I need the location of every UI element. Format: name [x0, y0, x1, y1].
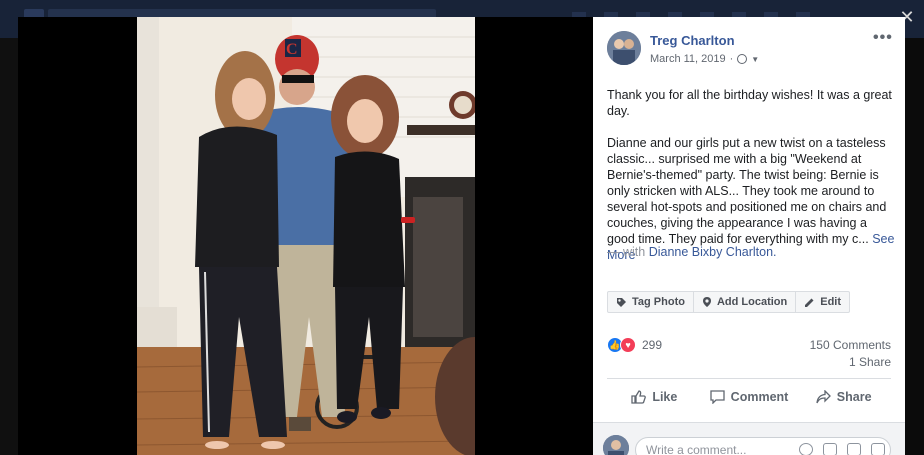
post-photo[interactable]: C	[137, 17, 475, 455]
more-options-icon[interactable]: •••	[873, 29, 893, 47]
commenter-avatar-image	[603, 435, 629, 455]
tagged-line: — with Dianne Bixby Charlton.	[607, 245, 777, 259]
comments-count[interactable]: 150 Comments	[810, 338, 891, 352]
comment-button[interactable]: Comment	[702, 382, 797, 412]
comment-label: Comment	[730, 390, 789, 404]
add-location-label: Add Location	[716, 296, 788, 308]
post-date[interactable]: March 11, 2019	[650, 53, 726, 65]
gif-icon[interactable]	[847, 443, 861, 455]
reaction-count: 299	[642, 338, 663, 352]
share-label: Share	[836, 390, 872, 404]
divider-top	[607, 378, 891, 379]
post-paragraph-2: Dianne and our girls put a new twist on …	[607, 135, 895, 263]
sticker-icon[interactable]	[871, 443, 885, 455]
like-button[interactable]: Like	[607, 382, 702, 412]
comment-tools	[799, 443, 885, 455]
thumbs-up-icon	[631, 390, 647, 404]
author-name[interactable]: Treg Charlton	[650, 33, 735, 48]
edit-button[interactable]: Edit	[796, 292, 849, 312]
globe-icon[interactable]	[737, 54, 748, 64]
love-reaction-icon: ♥	[620, 337, 636, 353]
edit-label: Edit	[820, 296, 842, 308]
comment-icon	[710, 390, 725, 404]
add-location-button[interactable]: Add Location	[694, 292, 797, 312]
post-paragraph-2-text: Dianne and our girls put a new twist on …	[607, 136, 887, 246]
pencil-icon	[805, 298, 814, 307]
photo-actions: Tag Photo Add Location Edit	[607, 291, 851, 313]
emoji-icon[interactable]	[799, 443, 813, 455]
share-button[interactable]: Share	[796, 382, 891, 412]
commenter-avatar	[603, 435, 629, 455]
tag-icon	[617, 297, 626, 307]
share-icon	[816, 390, 831, 404]
shares-count[interactable]: 1 Share	[849, 355, 891, 369]
camera-icon[interactable]	[823, 443, 837, 455]
location-pin-icon	[702, 297, 711, 307]
like-label: Like	[652, 390, 678, 404]
photo-illustration: C	[137, 17, 475, 455]
tag-photo-button[interactable]: Tag Photo	[608, 292, 694, 312]
tag-photo-label: Tag Photo	[632, 296, 685, 308]
with-prefix: — with	[607, 245, 646, 259]
reactions-summary[interactable]: 👍 ♥ 299	[607, 337, 662, 353]
tagged-person-link[interactable]: Dianne Bixby Charlton.	[649, 245, 777, 259]
post-panel: Treg Charlton March 11, 2019 · ▼ ••• Tha…	[593, 17, 905, 455]
post-paragraph-1: Thank you for all the birthday wishes! I…	[607, 88, 892, 118]
chevron-down-icon[interactable]: ▼	[751, 55, 759, 64]
author-avatar[interactable]	[607, 31, 641, 65]
post-meta: March 11, 2019 · ▼	[650, 53, 760, 65]
post-action-bar: Like Comment Share	[607, 382, 891, 412]
cap-logo: C	[286, 41, 298, 58]
avatar-image	[607, 31, 641, 65]
comment-composer: Write a comment...	[593, 422, 905, 455]
